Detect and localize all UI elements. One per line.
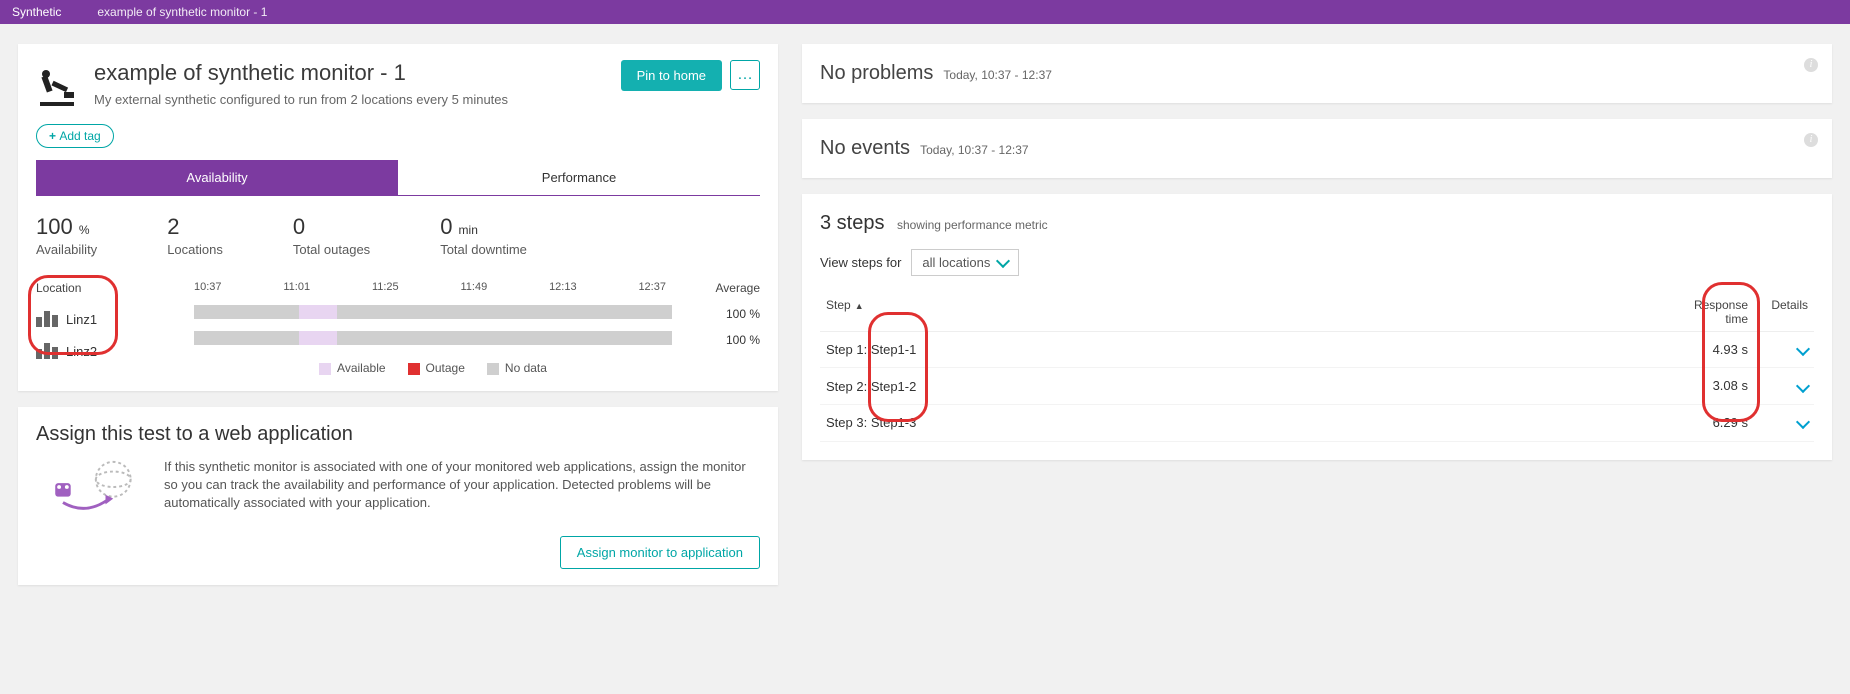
events-title: No events	[820, 137, 910, 160]
timeline-tick: 12:37	[638, 281, 666, 293]
location-item[interactable]: Linz1	[36, 311, 176, 327]
stat-label: Locations	[167, 242, 223, 257]
timeline-tick: 12:13	[549, 281, 577, 293]
legend-outage: Outage	[408, 361, 465, 375]
timeline-tick: 11:25	[372, 281, 399, 293]
assign-title: Assign this test to a web application	[36, 423, 760, 446]
location-average: 100 %	[690, 307, 760, 321]
page-title: example of synthetic monitor - 1	[94, 60, 621, 86]
legend-nodata: No data	[487, 361, 547, 375]
steps-card: 3 steps showing performance metric View …	[802, 194, 1832, 460]
assign-icon	[36, 458, 146, 516]
events-card[interactable]: No events Today, 10:37 - 12:37 i	[802, 119, 1832, 178]
stats-row: 100 % Availability 2 Locations 0 Total outa…	[36, 214, 760, 257]
location-column-header: Location	[36, 281, 176, 295]
stat-value: 2	[167, 214, 223, 240]
step-row[interactable]: Step 3: Step1-36.29 s	[820, 405, 1814, 442]
column-details: Details	[1748, 298, 1808, 327]
assign-monitor-button[interactable]: Assign monitor to application	[560, 536, 760, 569]
add-tag-button[interactable]: Add tag	[36, 124, 114, 148]
problems-range: Today, 10:37 - 12:37	[943, 68, 1052, 82]
breadcrumb: Synthetic example of synthetic monitor -…	[0, 0, 1850, 24]
availability-bar	[194, 305, 672, 319]
breadcrumb-root[interactable]: Synthetic	[0, 0, 71, 24]
location-item[interactable]: Linz2	[36, 343, 176, 359]
overview-card: example of synthetic monitor - 1 My exte…	[18, 44, 778, 391]
stat-value: 0 min	[440, 214, 527, 240]
problems-card[interactable]: No problems Today, 10:37 - 12:37 i	[802, 44, 1832, 103]
steps-title: 3 steps	[820, 212, 884, 234]
stat-value: 100 %	[36, 214, 97, 240]
chevron-down-icon	[1796, 415, 1810, 429]
view-steps-label: View steps for	[820, 255, 901, 270]
steps-subtitle: showing performance metric	[897, 218, 1048, 232]
average-column-header: Average	[690, 281, 760, 295]
info-icon[interactable]: i	[1804, 58, 1818, 72]
events-range: Today, 10:37 - 12:37	[920, 143, 1029, 157]
locations-dropdown[interactable]: all locations	[911, 249, 1019, 276]
location-average: 100 %	[690, 333, 760, 347]
location-icon	[36, 311, 58, 327]
robot-arm-icon	[36, 64, 82, 110]
sort-asc-icon: ▲	[855, 301, 864, 311]
assign-text: If this synthetic monitor is associated …	[164, 458, 760, 513]
location-icon	[36, 343, 58, 359]
chevron-down-icon	[996, 253, 1010, 267]
page-subtitle: My external synthetic configured to run …	[94, 92, 621, 107]
step-row[interactable]: Step 1: Step1-14.93 s	[820, 332, 1814, 369]
availability-bar	[194, 331, 672, 345]
step-row[interactable]: Step 2: Step1-23.08 s	[820, 368, 1814, 405]
stat-value: 0	[293, 214, 370, 240]
more-actions-button[interactable]: …	[730, 60, 760, 90]
assign-card: Assign this test to a web application If…	[18, 407, 778, 585]
problems-title: No problems	[820, 62, 933, 85]
legend-available: Available	[319, 361, 385, 375]
timeline-tick: 11:01	[283, 281, 310, 293]
chevron-down-icon	[1796, 342, 1810, 356]
timeline-tick: 11:49	[461, 281, 488, 293]
column-response-time[interactable]: Response time	[1678, 298, 1748, 327]
stat-label: Total downtime	[440, 242, 527, 257]
pin-to-home-button[interactable]: Pin to home	[621, 60, 722, 91]
breadcrumb-page: example of synthetic monitor - 1	[71, 5, 267, 19]
tab-performance[interactable]: Performance	[398, 160, 760, 196]
column-step[interactable]: Step▲	[826, 298, 1678, 327]
timeline-tick: 10:37	[194, 281, 222, 293]
chevron-down-icon	[1796, 379, 1810, 393]
stat-label: Availability	[36, 242, 97, 257]
info-icon[interactable]: i	[1804, 133, 1818, 147]
stat-label: Total outages	[293, 242, 370, 257]
tab-availability[interactable]: Availability	[36, 160, 398, 196]
